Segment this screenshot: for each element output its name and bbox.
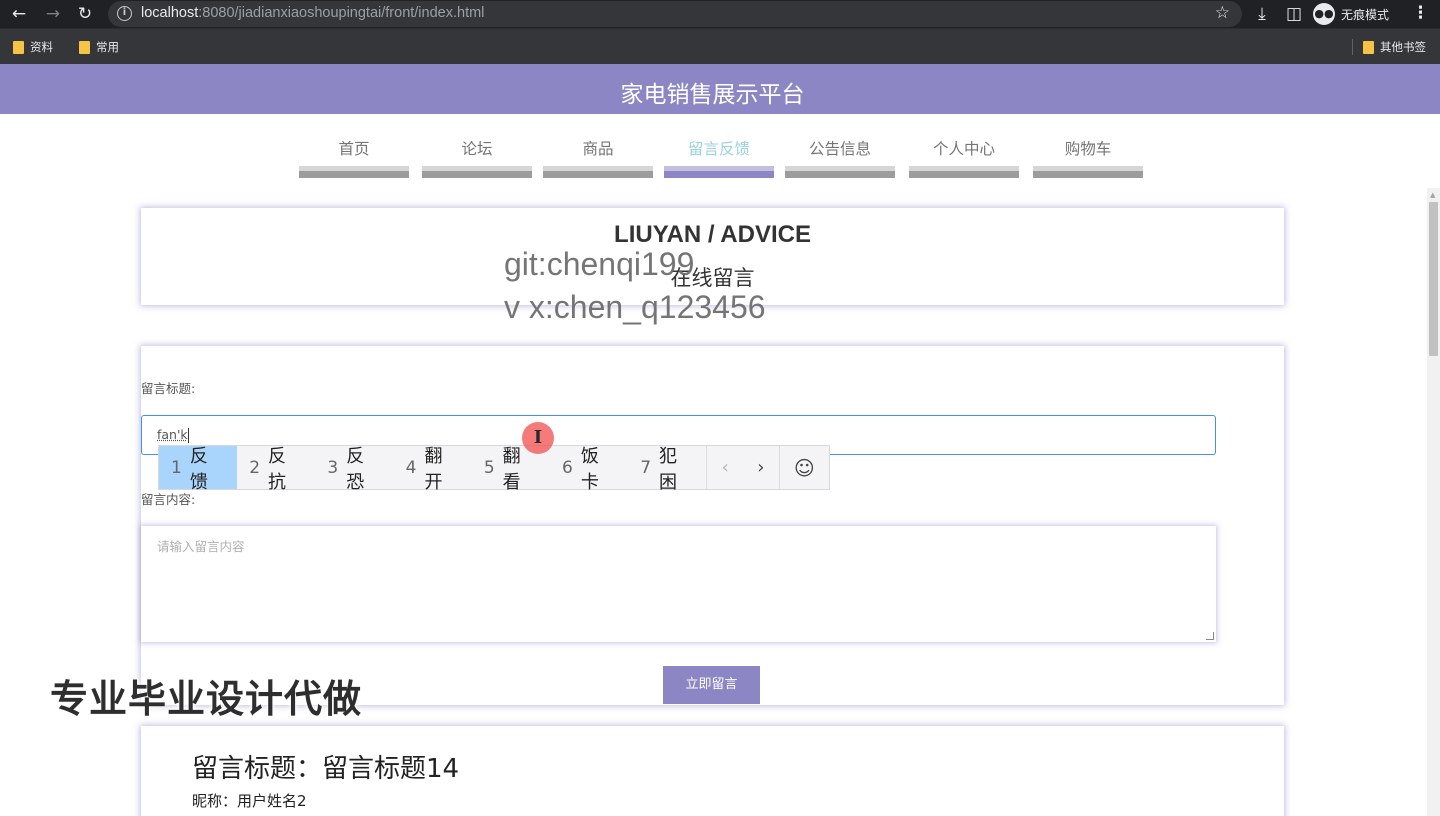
ime-next-page-icon[interactable]: › (743, 446, 779, 489)
content-textarea[interactable]: 请输入留言内容 (141, 526, 1216, 642)
bookmark-star-icon[interactable]: ☆ (1215, 3, 1230, 23)
watermark-git: git:chenqi199 (504, 246, 695, 282)
ime-prev-page-icon[interactable]: ‹ (707, 446, 743, 489)
nav-feedback[interactable]: 留言反馈 (664, 136, 774, 178)
folder-icon (13, 40, 24, 54)
submit-button[interactable]: 立即留言 (663, 666, 760, 704)
ime-emoji-icon[interactable]: ☺ (780, 446, 829, 489)
bookmarks-bar: 资料 常用 其他书签 (0, 28, 1440, 64)
site-info-icon[interactable]: i (117, 6, 132, 21)
ime-candidate[interactable]: 2 反抗 (237, 446, 315, 493)
feedback-form: 留言标题: fan'k 留言内容: 请输入留言内容 立即留言 (141, 346, 1284, 705)
address-bar[interactable]: i localhost:8080/jiadianxiaoshoupingtai/… (108, 1, 1242, 27)
ime-candidate[interactable]: 4 翻开 (394, 446, 472, 493)
incognito-label: 无痕模式 (1341, 7, 1390, 22)
resize-handle-icon[interactable] (1206, 632, 1214, 640)
url-text[interactable]: localhost:8080/jiadianxiaoshoupingtai/fr… (141, 5, 484, 21)
watermark-wechat: v x:chen_q123456 (504, 289, 766, 325)
page-scrollbar[interactable]: ▲ (1427, 188, 1440, 816)
message-item[interactable]: 留言标题：留言标题14 昵称：用户姓名2 (141, 726, 1284, 816)
content-label: 留言内容: (141, 492, 196, 507)
other-bookmarks[interactable]: 其他书签 (1363, 38, 1426, 56)
download-icon[interactable]: ⤓ (1251, 3, 1273, 25)
side-panel-icon[interactable]: ◫ (1283, 3, 1305, 25)
incognito-icon: ●● (1313, 3, 1335, 25)
scrollbar-thumb[interactable] (1429, 202, 1438, 356)
browser-menu-icon[interactable]: ⋮ (1412, 3, 1429, 23)
back-icon[interactable]: ← (8, 3, 30, 25)
site-header: 家电销售展示平台 (0, 64, 1440, 114)
browser-toolbar: ← → ↻ i localhost:8080/jiadianxiaoshoupi… (0, 0, 1440, 28)
text-cursor-icon: I (522, 422, 554, 454)
bookmarks-divider (1352, 39, 1353, 55)
ime-candidate[interactable]: 3 反恐 (315, 446, 393, 493)
ime-candidate[interactable]: 7 犯困 (628, 446, 706, 493)
scroll-up-icon[interactable]: ▲ (1430, 191, 1435, 199)
bookmark-folder-ziliao[interactable]: 资料 (13, 38, 53, 56)
main-nav: 首页 论坛 商品 留言反馈 公告信息 个人中心 购物车 (0, 136, 1440, 180)
forward-icon[interactable]: → (42, 3, 64, 25)
section-title: LIUYAN / ADVICE (614, 221, 811, 248)
content-placeholder: 请输入留言内容 (157, 539, 245, 554)
folder-icon (1363, 40, 1374, 54)
title-label: 留言标题: (141, 381, 196, 396)
reload-icon[interactable]: ↻ (74, 3, 96, 25)
site-title: 家电销售展示平台 (620, 82, 805, 108)
section-subtitle: 在线留言 (670, 266, 755, 290)
incognito-indicator[interactable]: ●● 无痕模式 (1313, 2, 1389, 26)
bookmark-folder-changyong[interactable]: 常用 (79, 38, 119, 56)
nav-forum[interactable]: 论坛 (422, 136, 532, 178)
message-title: 留言标题：留言标题14 (192, 754, 460, 784)
nav-announcements[interactable]: 公告信息 (785, 136, 895, 178)
overlay-banner-text: 专业毕业设计代做 (50, 677, 363, 721)
nav-profile[interactable]: 个人中心 (909, 136, 1019, 178)
nav-cart[interactable]: 购物车 (1033, 136, 1143, 178)
folder-icon (79, 40, 90, 54)
message-author: 昵称：用户姓名2 (192, 792, 307, 810)
text-caret (187, 428, 189, 443)
ime-candidate[interactable]: 6 饭卡 (550, 446, 628, 493)
nav-products[interactable]: 商品 (543, 136, 653, 178)
ime-candidate[interactable]: 1 反馈 (159, 446, 238, 493)
page-content: 家电销售展示平台 首页 论坛 商品 留言反馈 公告信息 个人中心 购物车 ▲ L… (0, 64, 1440, 816)
nav-home[interactable]: 首页 (299, 136, 409, 178)
ime-candidate-window: 1 反馈 2 反抗 3 反恐 4 翻开 5 翻看 6 饭卡 7 犯困 ‹ › ☺ (158, 445, 830, 493)
